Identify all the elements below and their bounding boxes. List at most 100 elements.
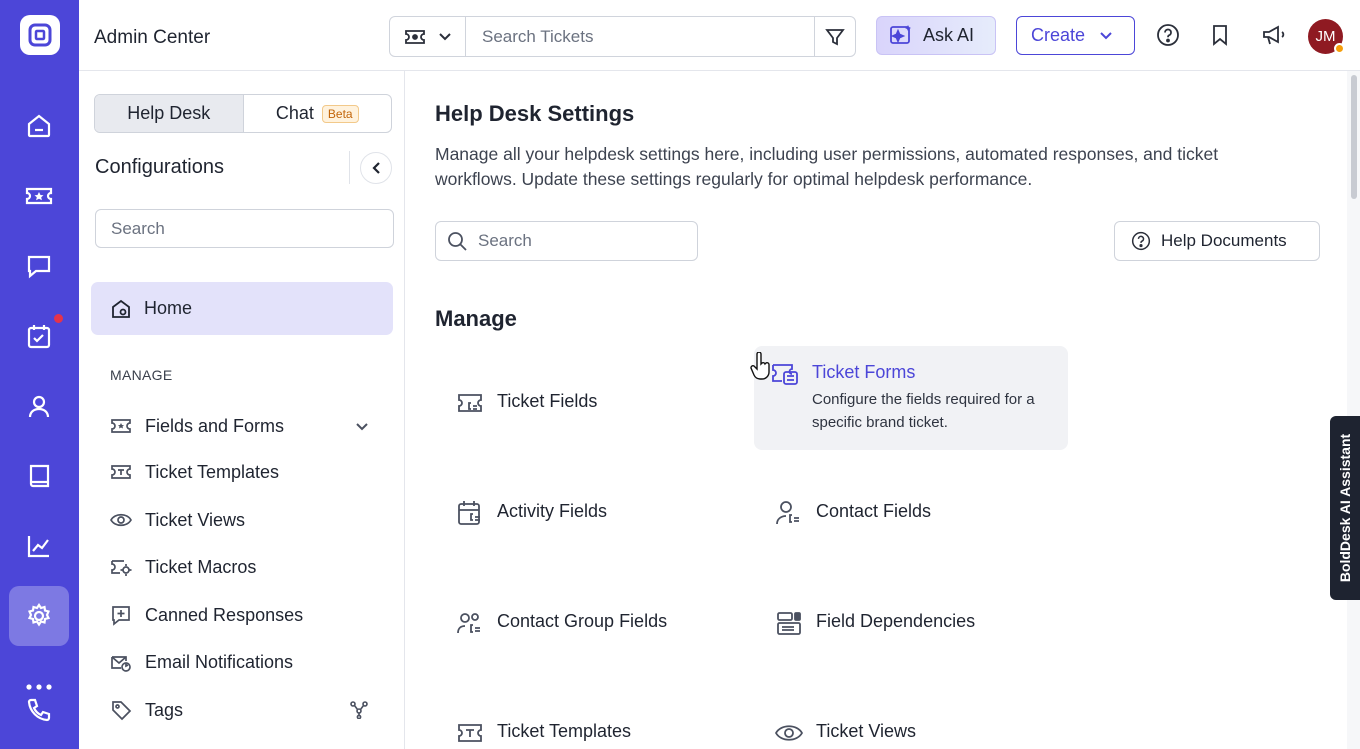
chevron-down-icon	[1100, 32, 1112, 40]
home-settings-icon	[112, 299, 130, 318]
page-title: Help Desk Settings	[435, 101, 635, 126]
sidebar-item-label: Ticket Views	[145, 509, 246, 530]
field-dependencies-icon	[774, 608, 804, 638]
scrollbar-thumb[interactable]	[1351, 75, 1357, 199]
create-label: Create	[1031, 25, 1086, 45]
sidebar-item-ticket-templates[interactable]: Ticket Templates	[109, 457, 389, 487]
section-title-manage: Manage	[435, 306, 517, 331]
template-icon	[109, 460, 133, 484]
card-title: Ticket Templates	[497, 721, 632, 741]
ticket-forms-icon	[770, 359, 800, 389]
help-documents-button[interactable]: Help Documents	[1114, 221, 1320, 261]
ticket-icon[interactable]	[9, 166, 69, 226]
divider	[349, 151, 350, 184]
tab-chat[interactable]: Chat Beta	[244, 95, 392, 132]
card-ticket-fields[interactable]: Ticket Fields	[435, 381, 749, 428]
sidebar-item-ticket-views[interactable]: Ticket Views	[109, 505, 389, 535]
sidebar-item-label: Ticket Templates	[145, 461, 280, 482]
card-field-dependencies[interactable]: Field Dependencies	[754, 601, 1068, 648]
fields-icon	[109, 414, 133, 438]
card-title: Field Dependencies	[816, 611, 976, 631]
top-bar: Admin Center Search Tickets Ask AI Creat…	[79, 0, 1360, 71]
sidebar-item-ticket-macros[interactable]: Ticket Macros	[109, 552, 389, 582]
left-rail	[0, 0, 79, 749]
hierarchy-icon[interactable]	[349, 701, 369, 719]
ai-assistant-tab[interactable]: BoldDesk AI Assistant	[1330, 416, 1360, 600]
card-title: Contact Fields	[816, 501, 932, 521]
sidebar-item-label: Tags	[145, 699, 184, 720]
create-button[interactable]: Create	[1016, 16, 1135, 55]
knowledge-base-icon[interactable]	[9, 446, 69, 506]
card-ticket-forms[interactable]: Ticket Forms Configure the fields requir…	[754, 346, 1068, 450]
sidebar-item-label: Email Notifications	[145, 651, 294, 672]
ticket-icon	[404, 29, 425, 44]
card-contact-group-fields[interactable]: Contact Group Fields	[435, 601, 749, 648]
page-description: Manage all your helpdesk settings here, …	[435, 144, 1219, 189]
chevron-left-icon	[372, 162, 380, 174]
card-title: Ticket Views	[816, 721, 917, 741]
sidebar-item-label: Ticket Macros	[145, 556, 257, 577]
sidebar-item-tags[interactable]: Tags	[109, 695, 389, 725]
chevron-down-icon[interactable]	[355, 422, 369, 431]
card-description: Configure the fields required for a spec…	[812, 391, 1035, 431]
ask-ai-label: Ask AI	[923, 25, 975, 45]
card-title: Activity Fields	[497, 501, 608, 521]
beta-badge: Beta	[321, 104, 359, 123]
filter-icon[interactable]	[814, 17, 855, 56]
sidebar-item-label: Home	[144, 298, 193, 318]
help-icon	[1131, 231, 1151, 251]
macro-icon	[109, 555, 133, 579]
status-dot	[1334, 43, 1345, 54]
search-icon	[448, 232, 467, 251]
home-icon[interactable]	[9, 96, 69, 156]
sidebar-item-home[interactable]: Home	[91, 282, 393, 335]
search-placeholder: Search	[478, 231, 532, 250]
help-documents-label: Help Documents	[1161, 231, 1287, 250]
contact-group-fields-icon	[455, 608, 485, 638]
configurations-panel: Help Desk Chat Beta Configurations Searc…	[79, 71, 405, 749]
ticket-templates-icon	[455, 718, 485, 748]
eye-icon	[774, 718, 804, 748]
sidebar-item-fields-and-forms[interactable]: Fields and Forms	[109, 411, 389, 441]
announcement-icon[interactable]	[1261, 22, 1287, 48]
tag-icon	[109, 698, 133, 722]
notification-dot	[52, 312, 65, 325]
tab-help-desk[interactable]: Help Desk	[95, 95, 244, 132]
product-switcher: Help Desk Chat Beta	[94, 94, 392, 133]
sidebar-item-canned-responses[interactable]: Canned Responses	[109, 600, 389, 630]
sidebar-item-label: Canned Responses	[145, 604, 304, 625]
canned-icon	[109, 603, 133, 627]
card-activity-fields[interactable]: Activity Fields	[435, 491, 749, 538]
search-type-dropdown[interactable]	[390, 17, 466, 56]
phone-icon[interactable]	[9, 692, 69, 728]
reports-icon[interactable]	[9, 516, 69, 576]
bookmark-icon[interactable]	[1207, 22, 1233, 48]
settings-search-input[interactable]: Search	[435, 221, 698, 261]
card-contact-fields[interactable]: Contact Fields	[754, 491, 1068, 538]
sidebar-item-email-notifications[interactable]: Email Notifications	[109, 647, 389, 677]
chevron-down-icon	[438, 33, 451, 41]
app-logo-icon[interactable]	[20, 15, 60, 55]
card-title: Ticket Forms	[812, 362, 916, 382]
configurations-title: Configurations	[95, 156, 224, 178]
eye-icon	[109, 508, 133, 532]
email-icon	[109, 650, 133, 674]
ticket-fields-icon	[455, 388, 485, 418]
section-label-manage: MANAGE	[110, 367, 173, 383]
collapse-panel-button[interactable]	[360, 152, 392, 184]
contact-fields-icon	[774, 498, 804, 528]
card-title: Ticket Fields	[497, 391, 598, 411]
chat-icon[interactable]	[9, 236, 69, 296]
card-title: Contact Group Fields	[497, 611, 668, 631]
contacts-icon[interactable]	[9, 376, 69, 436]
configurations-search-input[interactable]: Search	[95, 209, 394, 248]
ticket-search-input[interactable]: Search Tickets	[466, 17, 814, 56]
sparkle-icon	[890, 24, 911, 44]
sidebar-item-label: Fields and Forms	[145, 415, 285, 436]
activity-fields-icon	[455, 498, 485, 528]
card-ticket-templates[interactable]: Ticket Templates	[435, 711, 749, 749]
card-ticket-views[interactable]: Ticket Views	[754, 711, 1068, 749]
settings-icon[interactable]	[9, 586, 69, 646]
ask-ai-button[interactable]: Ask AI	[876, 16, 996, 55]
help-icon[interactable]	[1155, 22, 1181, 48]
